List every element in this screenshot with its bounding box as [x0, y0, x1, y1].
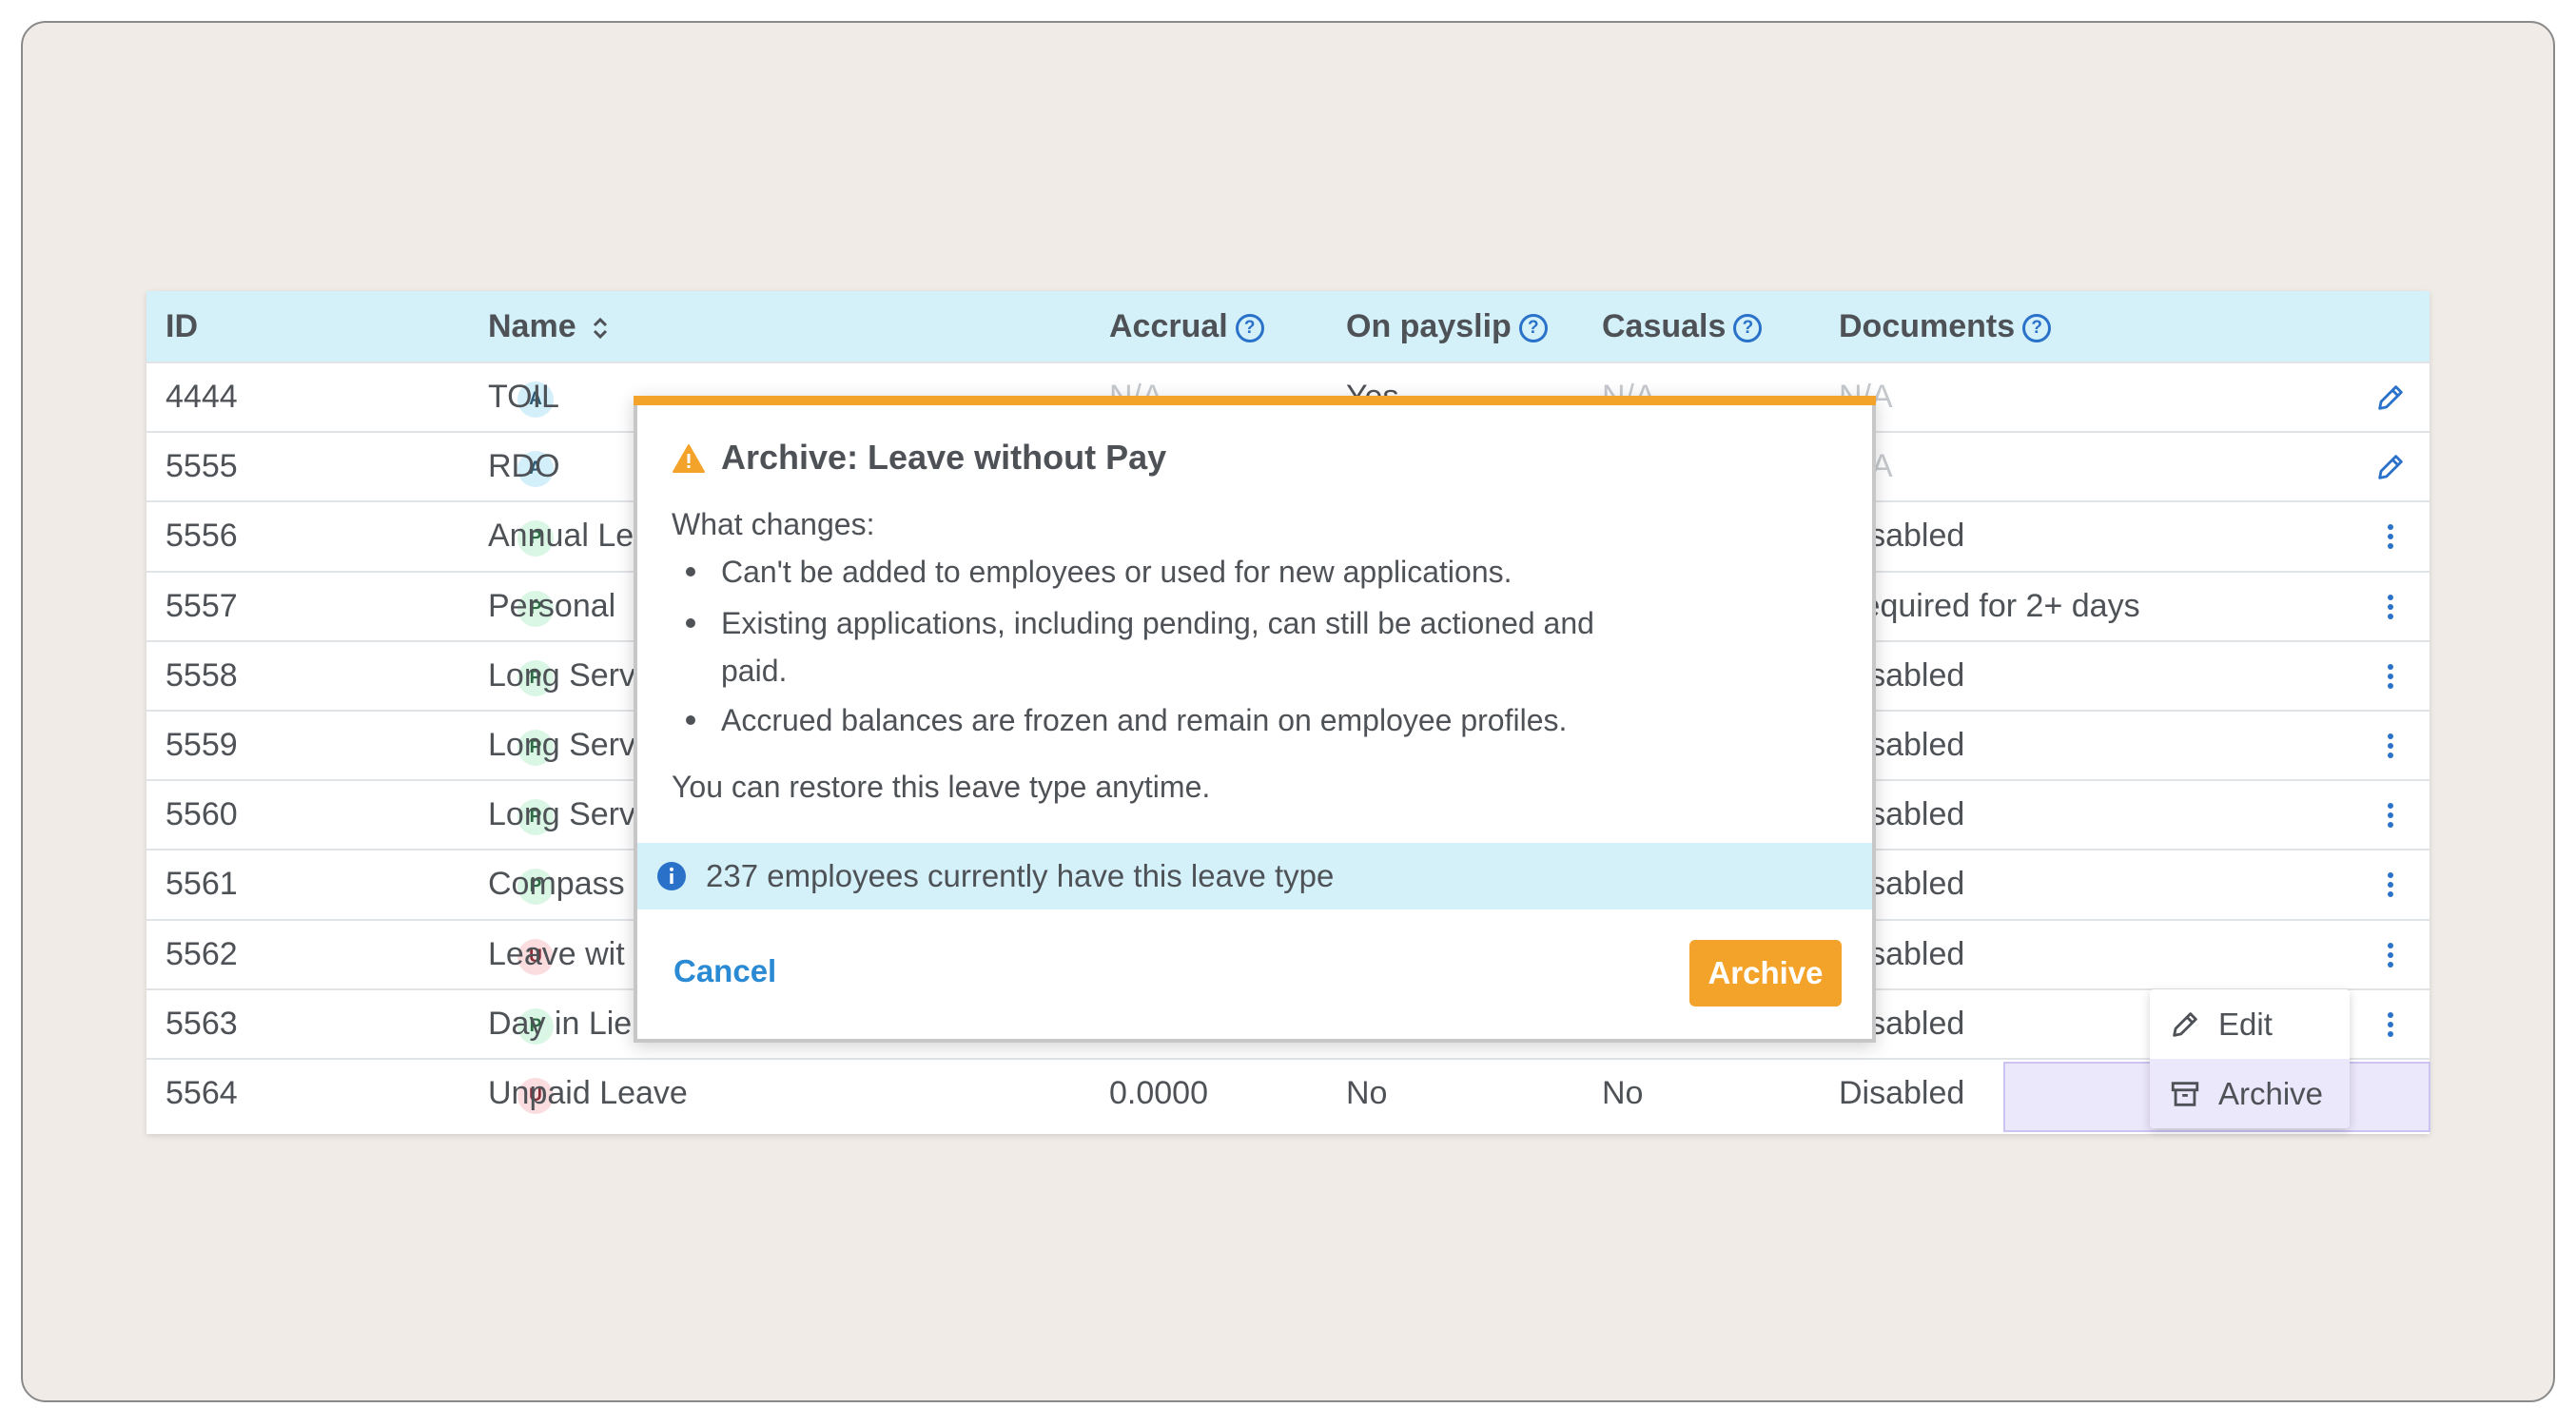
cell-id: 5557 — [166, 587, 238, 624]
dialog-accent-bar — [634, 396, 1876, 405]
cell-id: 5563 — [166, 1005, 238, 1042]
table-header: ID Name Accrual? On payslip? Casuals? Do… — [146, 291, 2430, 362]
cell-name: Unpaid Leave — [488, 1075, 688, 1111]
header-on-payslip: On payslip? — [1346, 291, 1548, 362]
header-casuals: Casuals? — [1602, 291, 1763, 362]
cell-id: 5556 — [166, 518, 238, 555]
bullet-dot — [686, 715, 695, 725]
cell-name: Day in Lie — [488, 1005, 633, 1042]
cell-name: Leave wit — [488, 935, 625, 972]
bullet-text: Can't be added to employees or used for … — [721, 555, 1512, 589]
warning-triangle-icon — [673, 444, 705, 473]
header-name[interactable]: Name — [488, 291, 610, 362]
bullet-text: paid. — [721, 654, 788, 688]
cell-accrual: 0.0000 — [1109, 1075, 1208, 1111]
sort-icon[interactable] — [591, 314, 610, 342]
vertical-dots-icon[interactable] — [2369, 655, 2412, 698]
cell-name: Long Serv — [488, 796, 635, 833]
vertical-dots-icon[interactable] — [2369, 724, 2412, 768]
restore-note: You can restore this leave type anytime. — [672, 770, 1211, 804]
info-banner: 237 employees currently have this leave … — [637, 843, 1872, 909]
menu-archive-label: Archive — [2218, 1075, 2324, 1111]
bullet-text: Accrued balances are frozen and remain o… — [721, 703, 1568, 737]
cell-id: 5555 — [166, 448, 238, 485]
cancel-button[interactable]: Cancel — [666, 938, 784, 1005]
dialog-title: Archive: Leave without Pay — [721, 438, 1167, 477]
cell-name: Long Serv — [488, 727, 635, 763]
bullet-dot — [686, 618, 695, 628]
header-documents: Documents? — [1839, 291, 2052, 362]
cell-name: Annual Le — [488, 518, 634, 555]
archive-box-icon — [2171, 1081, 2199, 1106]
vertical-dots-icon[interactable] — [2369, 863, 2412, 907]
cell-id: 5564 — [166, 1075, 238, 1111]
vertical-dots-icon[interactable] — [2369, 1003, 2412, 1046]
cell-id: 5560 — [166, 796, 238, 833]
cell-id: 5559 — [166, 727, 238, 763]
header-id[interactable]: ID — [166, 291, 198, 362]
cell-casuals: No — [1602, 1075, 1644, 1111]
cell-name: Long Serv — [488, 656, 635, 694]
cell-name: TOIL — [488, 379, 559, 415]
cell-id: 5561 — [166, 866, 238, 903]
cell-id: 4444 — [166, 379, 238, 415]
cell-documents: Required for 2+ days — [1839, 587, 2140, 624]
question-circle-icon[interactable]: ? — [1518, 314, 1548, 343]
archive-button[interactable]: Archive — [1689, 940, 1842, 1007]
row-action-menu: Edit Archive — [2150, 989, 2350, 1128]
info-text: 237 employees currently have this leave … — [706, 858, 1335, 893]
menu-edit[interactable]: Edit — [2150, 989, 2350, 1059]
what-changes-heading: What changes: — [672, 507, 875, 541]
cell-documents: Disabled — [1839, 1075, 1965, 1111]
question-circle-icon[interactable]: ? — [1733, 314, 1763, 343]
header-accrual: Accrual? — [1109, 291, 1264, 362]
cell-name: Personal — [488, 587, 616, 624]
cell-on-payslip: No — [1346, 1075, 1388, 1111]
cell-id: 5562 — [166, 935, 238, 972]
pencil-icon[interactable] — [2369, 445, 2412, 489]
bullet-text: Existing applications, including pending… — [721, 606, 1594, 640]
archive-dialog: Archive: Leave without Pay What changes:… — [634, 396, 1876, 1043]
menu-archive[interactable]: Archive — [2150, 1059, 2350, 1128]
pencil-icon — [2173, 1011, 2197, 1037]
menu-edit-label: Edit — [2218, 1006, 2273, 1042]
info-circle-icon — [657, 862, 686, 890]
pencil-icon[interactable] — [2369, 376, 2412, 420]
question-circle-icon[interactable]: ? — [2022, 314, 2052, 343]
cell-name: Compass — [488, 866, 625, 903]
cell-name: RDO — [488, 448, 560, 485]
cell-id: 5558 — [166, 656, 238, 694]
vertical-dots-icon[interactable] — [2369, 793, 2412, 837]
vertical-dots-icon[interactable] — [2369, 585, 2412, 629]
vertical-dots-icon[interactable] — [2369, 515, 2412, 558]
bullet-dot — [686, 567, 695, 577]
vertical-dots-icon[interactable] — [2369, 933, 2412, 977]
question-circle-icon[interactable]: ? — [1235, 314, 1264, 343]
